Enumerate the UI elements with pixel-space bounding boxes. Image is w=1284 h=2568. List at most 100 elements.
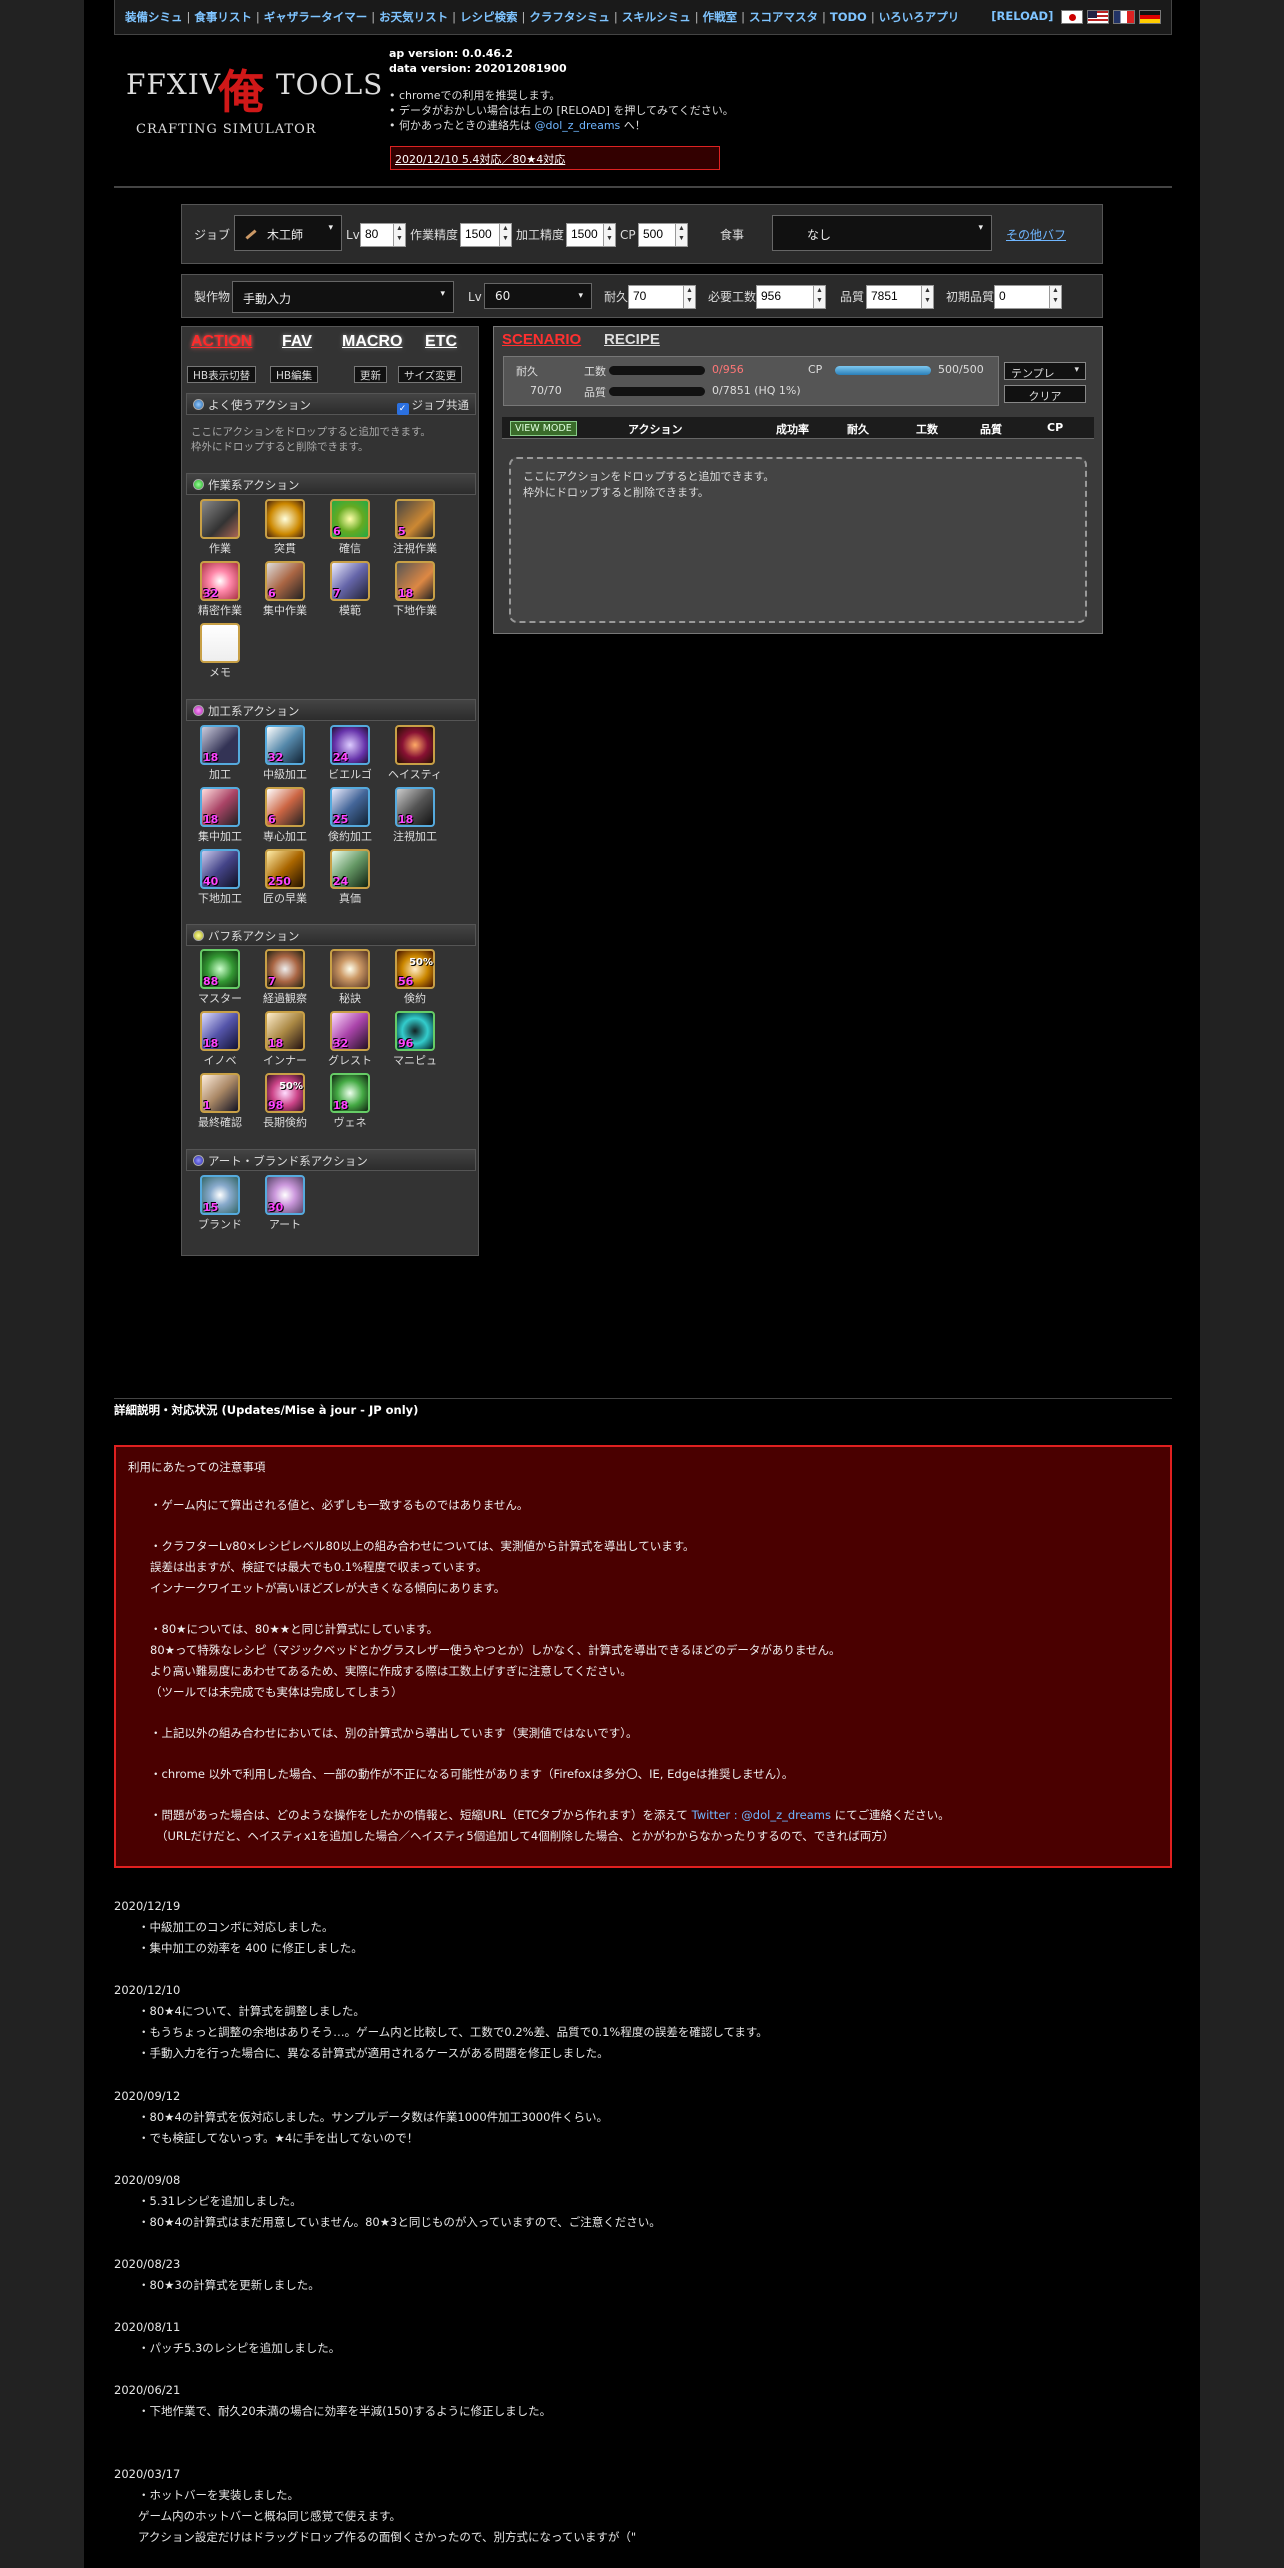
nav-link[interactable]: いろいろアプリ bbox=[879, 10, 960, 24]
action-skill[interactable]: 突貫 bbox=[255, 499, 315, 556]
view-mode-button[interactable]: VIEW MODE bbox=[510, 421, 577, 436]
action-skill[interactable]: 56 50% 倹約 bbox=[385, 949, 445, 1006]
action-skill[interactable]: 18 インナー bbox=[255, 1011, 315, 1068]
nav-link[interactable]: 装備シミュ bbox=[125, 10, 183, 24]
action-skill[interactable]: 5 注視作業 bbox=[385, 499, 445, 556]
action-skill[interactable]: 250 匠の早業 bbox=[255, 849, 315, 906]
item-select[interactable]: 手動入力 bbox=[232, 281, 454, 313]
action-skill[interactable]: メモ bbox=[190, 623, 250, 680]
nav-link[interactable]: TODO bbox=[830, 10, 867, 24]
action-skill[interactable]: 24 ビエルゴ bbox=[320, 725, 380, 782]
spinner-icon[interactable]: ▲ ▼ bbox=[603, 224, 615, 246]
nav-link[interactable]: クラフタシミュ bbox=[529, 10, 610, 24]
hotbar-toggle-button[interactable]: HB表示切替 bbox=[187, 366, 257, 383]
action-skill[interactable]: 18 注視加工 bbox=[385, 787, 445, 844]
action-name: 下地作業 bbox=[393, 604, 437, 617]
nav-link[interactable]: ギャザラータイマー bbox=[264, 10, 368, 24]
food-select[interactable]: なし bbox=[772, 215, 992, 251]
tab-recipe[interactable]: RECIPE bbox=[604, 331, 660, 348]
flag-de-icon[interactable] bbox=[1139, 9, 1161, 24]
reload-link[interactable]: [RELOAD] bbox=[991, 9, 1053, 23]
flag-fr-icon[interactable] bbox=[1113, 9, 1135, 24]
job-select[interactable]: 木工師 bbox=[234, 215, 342, 251]
action-skill[interactable]: 98 50% 長期倹約 bbox=[255, 1073, 315, 1130]
lv-input[interactable]: 80 ▲ ▼ bbox=[360, 223, 406, 247]
tab-action[interactable]: ACTION bbox=[191, 333, 252, 351]
contact-link[interactable]: @dol_z_dreams bbox=[535, 119, 621, 132]
action-skill[interactable]: 15 ブランド bbox=[190, 1175, 250, 1232]
action-skill[interactable]: 18 集中加工 bbox=[190, 787, 250, 844]
action-skill[interactable]: 7 経過観察 bbox=[255, 949, 315, 1006]
nav-link[interactable]: スコアマスタ bbox=[749, 10, 818, 24]
initial-quality-input[interactable]: 0 ▲ ▼ bbox=[994, 285, 1062, 309]
cp-input[interactable]: 500 ▲ ▼ bbox=[638, 223, 688, 247]
action-skill[interactable]: 18 加工 bbox=[190, 725, 250, 782]
durability-input[interactable]: 70 ▲ ▼ bbox=[628, 285, 696, 309]
action-skill[interactable]: 7 模範 bbox=[320, 561, 380, 618]
tab-scenario[interactable]: SCENARIO bbox=[502, 331, 581, 348]
twitter-link[interactable]: Twitter : @dol_z_dreams bbox=[692, 1808, 831, 1822]
log-item: アクション設定だけはドラッグドロップ作るの面倒くさかったので、別方式になっていま… bbox=[138, 2530, 637, 2544]
spinner-icon[interactable]: ▲ ▼ bbox=[683, 286, 695, 308]
template-select[interactable]: テンプレ ▾ bbox=[1004, 362, 1086, 380]
action-skill[interactable]: 96 マニピュ bbox=[385, 1011, 445, 1068]
innovation-icon: 18 bbox=[200, 1011, 240, 1051]
tab-etc[interactable]: ETC bbox=[425, 333, 457, 351]
spinner-icon[interactable]: ▲ ▼ bbox=[813, 286, 825, 308]
recipe-lv-select[interactable]: 60 bbox=[484, 283, 592, 309]
action-skill[interactable]: ヘイスティ bbox=[385, 725, 445, 782]
col-progress: 工数 bbox=[916, 423, 938, 436]
logo-kanji: 俺 bbox=[218, 65, 264, 119]
action-skill[interactable]: 32 グレスト bbox=[320, 1011, 380, 1068]
action-name: 中級加工 bbox=[263, 768, 307, 781]
spinner-icon[interactable]: ▲ ▼ bbox=[675, 224, 687, 246]
update-notice-link[interactable]: 2020/12/10 5.4対応／80★4対応 bbox=[390, 146, 720, 170]
action-skill[interactable]: 18 ヴェネ bbox=[320, 1073, 380, 1130]
clear-button[interactable]: クリア bbox=[1004, 385, 1086, 403]
status-durability-value: 70/70 bbox=[530, 384, 562, 397]
control-input[interactable]: 1500 ▲ ▼ bbox=[566, 223, 616, 247]
spinner-icon[interactable]: ▲ ▼ bbox=[499, 224, 511, 246]
action-skill[interactable]: 1 最終確認 bbox=[190, 1073, 250, 1130]
other-buff-link[interactable]: その他バフ bbox=[1006, 227, 1066, 243]
flag-jp-icon[interactable] bbox=[1061, 9, 1083, 24]
action-skill[interactable]: 32 精密作業 bbox=[190, 561, 250, 618]
action-skill[interactable]: 88 マスター bbox=[190, 949, 250, 1006]
refresh-button[interactable]: 更新 bbox=[354, 366, 387, 383]
resize-button[interactable]: サイズ変更 bbox=[398, 366, 463, 383]
spinner-icon[interactable]: ▲ ▼ bbox=[1049, 286, 1061, 308]
craftsmanship-input[interactable]: 1500 ▲ ▼ bbox=[460, 223, 512, 247]
progress-input[interactable]: 956 ▲ ▼ bbox=[756, 285, 826, 309]
quality-input[interactable]: 7851 ▲ ▼ bbox=[866, 285, 934, 309]
log-date: 2020/08/23 bbox=[114, 2257, 181, 2271]
nav-link[interactable]: スキルシミュ bbox=[622, 10, 691, 24]
nav-link[interactable]: 作戦室 bbox=[703, 10, 738, 24]
action-skill[interactable]: 30 アート bbox=[255, 1175, 315, 1232]
action-skill[interactable]: 6 確信 bbox=[320, 499, 380, 556]
action-skill[interactable]: 秘訣 bbox=[320, 949, 380, 1006]
flag-us-icon[interactable] bbox=[1087, 9, 1109, 24]
action-skill[interactable]: 32 中級加工 bbox=[255, 725, 315, 782]
tab-fav[interactable]: FAV bbox=[282, 333, 312, 351]
action-skill[interactable]: 18 イノベ bbox=[190, 1011, 250, 1068]
tab-macro[interactable]: MACRO bbox=[342, 333, 402, 351]
hotbar-edit-button[interactable]: HB編集 bbox=[270, 366, 319, 383]
nav-link[interactable]: お天気リスト bbox=[379, 10, 448, 24]
spinner-icon[interactable]: ▲ ▼ bbox=[921, 286, 933, 308]
action-skill[interactable]: 作業 bbox=[190, 499, 250, 556]
log-entry: 2020/08/11 ・パッチ5.3のレシピを追加しました。 bbox=[114, 2317, 1114, 2359]
spinner-icon[interactable]: ▲ ▼ bbox=[393, 224, 405, 246]
action-skill[interactable]: 6 集中作業 bbox=[255, 561, 315, 618]
site-logo[interactable]: FFXIV 俺 TOOLS CRAFTING SIMULATOR bbox=[126, 60, 382, 160]
action-skill[interactable]: 40 下地加工 bbox=[190, 849, 250, 906]
job-share-checkbox[interactable]: ✓ ジョブ共通 bbox=[396, 397, 469, 415]
nav-link[interactable]: 食事リスト bbox=[194, 10, 252, 24]
action-skill[interactable]: 18 下地作業 bbox=[385, 561, 445, 618]
action-skill[interactable]: 24 真価 bbox=[320, 849, 380, 906]
nav-link[interactable]: レシピ検索 bbox=[460, 10, 518, 24]
action-skill[interactable]: 6 専心加工 bbox=[255, 787, 315, 844]
fav-header-label: よく使うアクション bbox=[208, 398, 311, 412]
scenario-drop-zone[interactable]: ここにアクションをドロップすると追加できます。 枠外にドロップすると削除できます… bbox=[509, 457, 1087, 623]
action-skill[interactable]: 25 倹約加工 bbox=[320, 787, 380, 844]
status-progress-label: 工数 bbox=[584, 365, 606, 378]
